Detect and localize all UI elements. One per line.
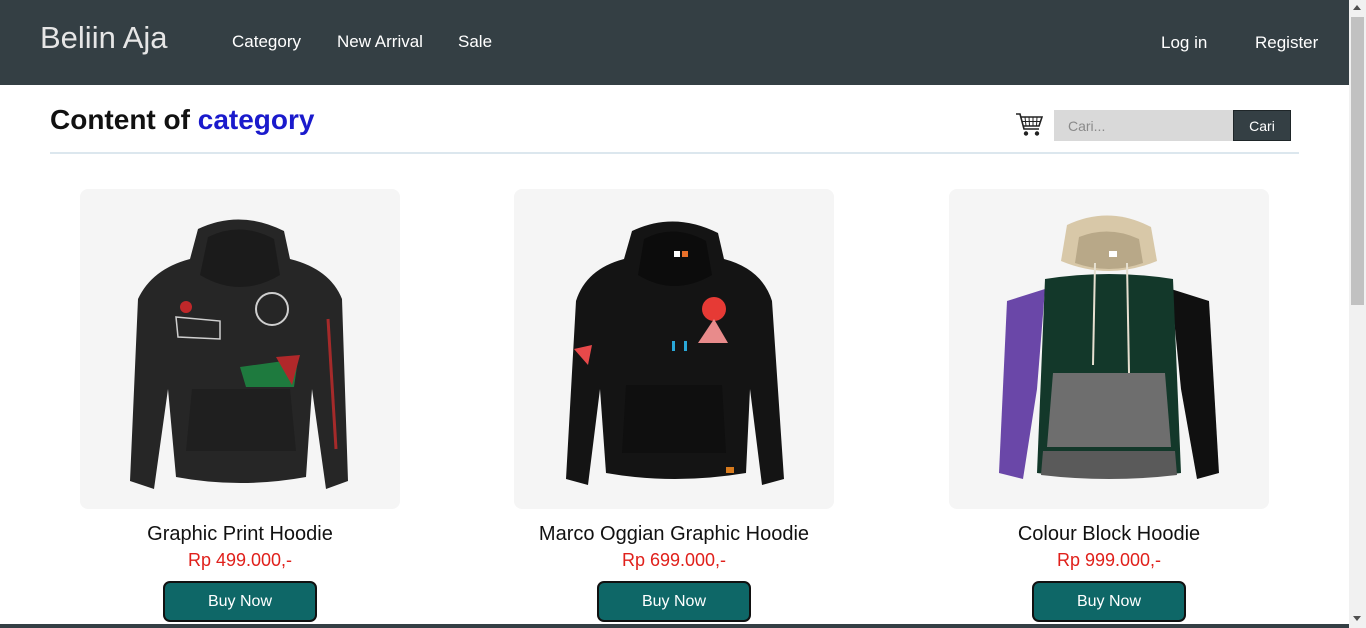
product-image[interactable] (949, 189, 1269, 509)
product-title[interactable]: Marco Oggian Graphic Hoodie (514, 523, 834, 546)
product-card: Colour Block Hoodie Rp 999.000,- Buy Now (949, 189, 1269, 622)
search-button[interactable]: Cari (1233, 110, 1291, 141)
scroll-up-arrow-icon[interactable] (1353, 5, 1361, 10)
product-price: Rp 999.000,- (1056, 550, 1162, 570)
page-title-accent: category (197, 104, 315, 135)
buy-now-button[interactable]: Buy Now (163, 581, 317, 622)
hoodie-image-icon (999, 215, 1219, 479)
scroll-down-arrow-icon[interactable] (1353, 616, 1361, 621)
product-price: Rp 699.000,- (621, 550, 727, 570)
search-input[interactable] (1054, 110, 1234, 141)
page-bottom-edge (0, 624, 1349, 628)
hoodie-image-icon (130, 219, 348, 489)
product-card: Graphic Print Hoodie Rp 499.000,- Buy No… (80, 189, 400, 622)
buy-now-button[interactable]: Buy Now (597, 581, 751, 622)
product-image[interactable] (80, 189, 400, 509)
nav-link-new-arrival[interactable]: New Arrival (337, 32, 423, 52)
register-link[interactable]: Register (1255, 33, 1318, 53)
product-title[interactable]: Graphic Print Hoodie (80, 523, 400, 546)
page-title-prefix: Content of (50, 104, 190, 135)
product-image[interactable] (514, 189, 834, 509)
page-scrollbar[interactable] (1349, 0, 1366, 628)
hoodie-image-icon (566, 221, 784, 485)
brand-logo[interactable]: Beliin Aja (40, 20, 168, 56)
page-title: Content of category (50, 104, 314, 136)
scrollbar-thumb[interactable] (1351, 17, 1364, 305)
header-divider (50, 152, 1299, 154)
product-card: Marco Oggian Graphic Hoodie Rp 699.000,-… (514, 189, 834, 622)
cart-icon[interactable] (1015, 112, 1043, 138)
buy-now-button[interactable]: Buy Now (1032, 581, 1186, 622)
product-title[interactable]: Colour Block Hoodie (949, 523, 1269, 546)
navbar: Beliin Aja Category New Arrival Sale Log… (0, 0, 1349, 85)
nav-link-sale[interactable]: Sale (458, 32, 492, 52)
nav-link-category[interactable]: Category (232, 32, 301, 52)
login-link[interactable]: Log in (1161, 33, 1207, 53)
product-price: Rp 499.000,- (187, 550, 293, 570)
